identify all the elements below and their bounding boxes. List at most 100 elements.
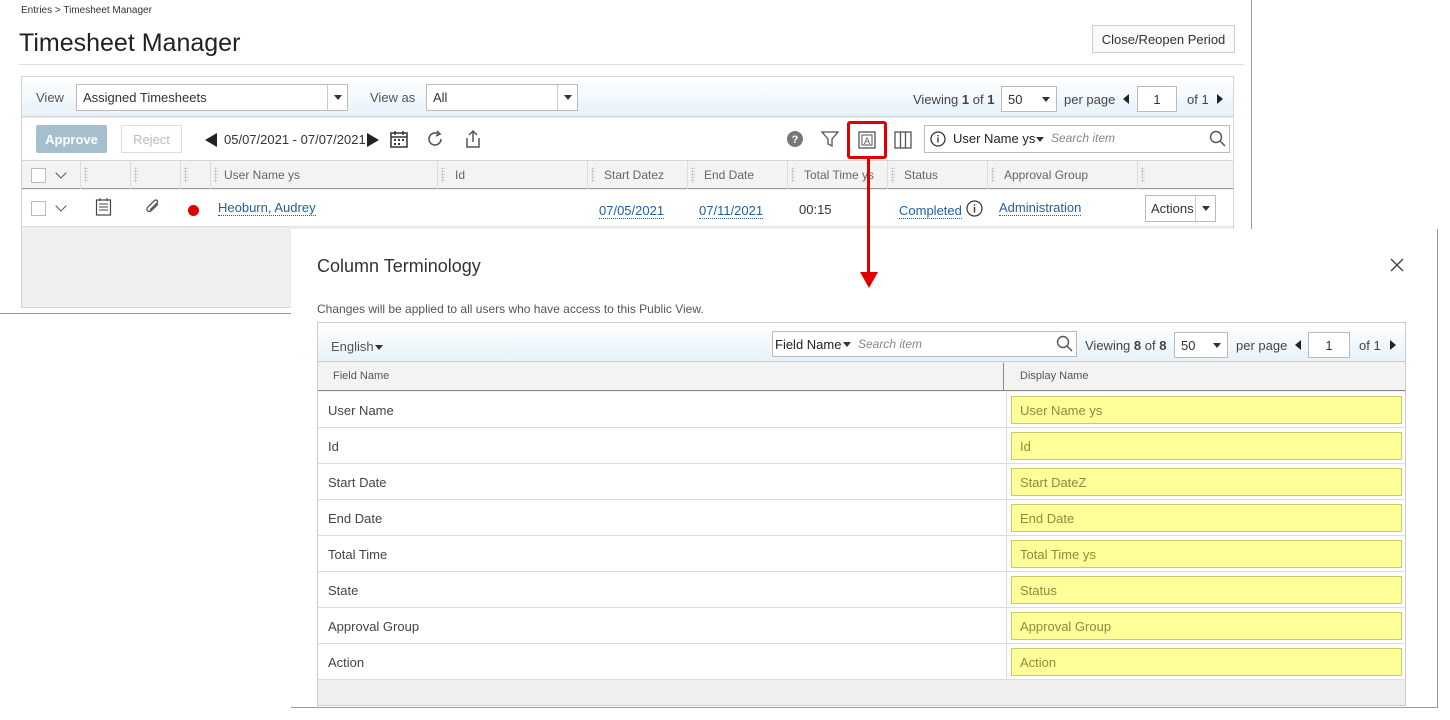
display-name-input[interactable]: Approval Group bbox=[1011, 612, 1402, 640]
chevron-down-icon bbox=[1207, 333, 1227, 357]
search-icon[interactable] bbox=[1056, 335, 1073, 352]
divider bbox=[1003, 363, 1004, 391]
page-number-input[interactable]: 1 bbox=[1137, 86, 1177, 112]
info-icon bbox=[930, 131, 946, 147]
terminology-row: State Status bbox=[318, 572, 1405, 608]
next-period-icon[interactable] bbox=[367, 133, 379, 147]
column-header-field-name[interactable]: Field Name bbox=[333, 370, 389, 382]
close-reopen-period-button[interactable]: Close/Reopen Period bbox=[1092, 25, 1235, 53]
columns-icon[interactable] bbox=[894, 131, 912, 149]
terminology-row: End Date End Date bbox=[318, 500, 1405, 536]
field-name: Action bbox=[328, 654, 365, 670]
close-icon[interactable] bbox=[1388, 256, 1406, 274]
column-header-end-date[interactable]: End Date bbox=[687, 161, 787, 189]
highlight-box bbox=[847, 121, 887, 159]
per-page-label: per page bbox=[1064, 92, 1116, 107]
view-as-label: View as bbox=[370, 90, 416, 105]
field-name: Total Time bbox=[328, 546, 388, 562]
chevron-down-icon[interactable] bbox=[55, 167, 67, 179]
search-input[interactable]: Search item bbox=[1051, 131, 1115, 145]
total-time: 00:15 bbox=[799, 202, 832, 217]
help-icon[interactable]: ? bbox=[786, 130, 804, 148]
field-name: Id bbox=[328, 438, 339, 454]
display-name-input[interactable]: Id bbox=[1011, 432, 1402, 460]
search-field-select[interactable]: Field Name bbox=[775, 337, 841, 352]
breadcrumb: Entries > Timesheet Manager bbox=[21, 5, 152, 16]
language-select[interactable]: English bbox=[331, 339, 374, 354]
per-page-label: per page bbox=[1236, 338, 1288, 353]
info-icon[interactable] bbox=[966, 200, 983, 217]
next-page-icon[interactable] bbox=[1390, 340, 1396, 350]
view-label: View bbox=[36, 90, 64, 105]
display-name-input[interactable]: Status bbox=[1011, 576, 1402, 604]
display-name-input[interactable]: Action bbox=[1011, 648, 1402, 676]
search-icon[interactable] bbox=[1209, 130, 1226, 147]
display-name-input[interactable]: End Date bbox=[1011, 504, 1402, 532]
chevron-down-icon bbox=[843, 342, 851, 347]
grid-header: User Name ys Id Start Datez End Date Tot… bbox=[22, 160, 1233, 189]
column-header-approval-group[interactable]: Approval Group bbox=[987, 161, 1137, 189]
column-header-total-time[interactable]: Total Time ys bbox=[787, 161, 887, 189]
divider bbox=[19, 64, 1244, 65]
approve-button[interactable]: Approve bbox=[36, 125, 107, 153]
display-name-input[interactable]: Total Time ys bbox=[1011, 540, 1402, 568]
prev-period-icon[interactable] bbox=[205, 133, 217, 147]
chevron-down-icon bbox=[1036, 87, 1056, 111]
notes-icon[interactable] bbox=[95, 198, 112, 216]
column-header-user-name[interactable]: User Name ys bbox=[210, 161, 437, 189]
column-header-attachments bbox=[130, 161, 180, 189]
status-link[interactable]: Completed bbox=[899, 202, 962, 220]
terminology-row: Start Date Start DateZ bbox=[318, 464, 1405, 500]
next-page-icon[interactable] bbox=[1217, 94, 1223, 104]
terminology-row: Action Action bbox=[318, 644, 1405, 680]
reject-button[interactable]: Reject bbox=[121, 125, 182, 153]
status-dot bbox=[188, 205, 199, 216]
prev-page-icon[interactable] bbox=[1123, 94, 1129, 104]
terminology-per-page-select[interactable]: 50 bbox=[1174, 332, 1228, 358]
chevron-down-icon bbox=[327, 85, 347, 110]
calendar-icon[interactable] bbox=[390, 130, 408, 148]
terminology-paging-viewing: Viewing 8 of 8 bbox=[1085, 338, 1167, 353]
approval-group-link[interactable]: Administration bbox=[999, 199, 1082, 217]
view-select[interactable]: Assigned Timesheets bbox=[76, 84, 348, 111]
display-name-input[interactable]: User Name ys bbox=[1011, 396, 1402, 424]
actions-dropdown[interactable]: Actions bbox=[1145, 195, 1216, 222]
row-checkbox[interactable] bbox=[31, 201, 46, 216]
page-count: of 1 bbox=[1359, 338, 1381, 353]
column-header-status[interactable]: Status bbox=[887, 161, 987, 189]
terminology-search-input[interactable]: Search item bbox=[858, 337, 922, 351]
column-header-display-name[interactable]: Display Name bbox=[1020, 370, 1088, 382]
terminology-row: Approval Group Approval Group bbox=[318, 608, 1405, 644]
attachment-icon[interactable] bbox=[144, 198, 162, 216]
view-as-select[interactable]: All bbox=[426, 84, 578, 111]
start-date-link[interactable]: 07/05/2021 bbox=[599, 202, 665, 220]
view-select-value: Assigned Timesheets bbox=[83, 90, 207, 105]
column-header-id[interactable]: Id bbox=[437, 161, 587, 189]
refresh-icon[interactable] bbox=[426, 130, 444, 148]
column-header-notes bbox=[80, 161, 130, 189]
display-name-input[interactable]: Start DateZ bbox=[1011, 468, 1402, 496]
filter-icon[interactable] bbox=[821, 130, 839, 148]
column-header-indicator bbox=[180, 161, 210, 189]
select-all-checkbox[interactable] bbox=[31, 168, 46, 183]
per-page-select[interactable]: 50 bbox=[1001, 86, 1057, 112]
chevron-down-icon bbox=[1036, 137, 1044, 142]
paging-viewing: Viewing 1 of 1 bbox=[913, 92, 995, 107]
terminology-row: User Name User Name ys bbox=[318, 392, 1405, 428]
expand-row-icon[interactable] bbox=[55, 200, 67, 212]
user-name-link[interactable]: Heoburn, Audrey bbox=[218, 199, 316, 217]
view-as-select-value: All bbox=[433, 90, 448, 105]
field-name: End Date bbox=[328, 510, 383, 526]
field-name: Start Date bbox=[328, 474, 387, 490]
table-row: Heoburn, Audrey 07/05/2021 07/11/2021 00… bbox=[22, 190, 1233, 227]
field-name: Approval Group bbox=[328, 618, 420, 634]
page-title: Timesheet Manager bbox=[19, 29, 241, 57]
search-field-select[interactable]: User Name ys bbox=[953, 131, 1035, 146]
export-icon[interactable] bbox=[463, 129, 483, 149]
end-date-link[interactable]: 07/11/2021 bbox=[699, 202, 764, 220]
terminology-page-input[interactable]: 1 bbox=[1308, 332, 1350, 358]
column-header-start-date[interactable]: Start Datez bbox=[587, 161, 687, 189]
field-name: State bbox=[328, 582, 359, 598]
prev-page-icon[interactable] bbox=[1295, 340, 1301, 350]
chevron-down-icon bbox=[375, 345, 383, 350]
